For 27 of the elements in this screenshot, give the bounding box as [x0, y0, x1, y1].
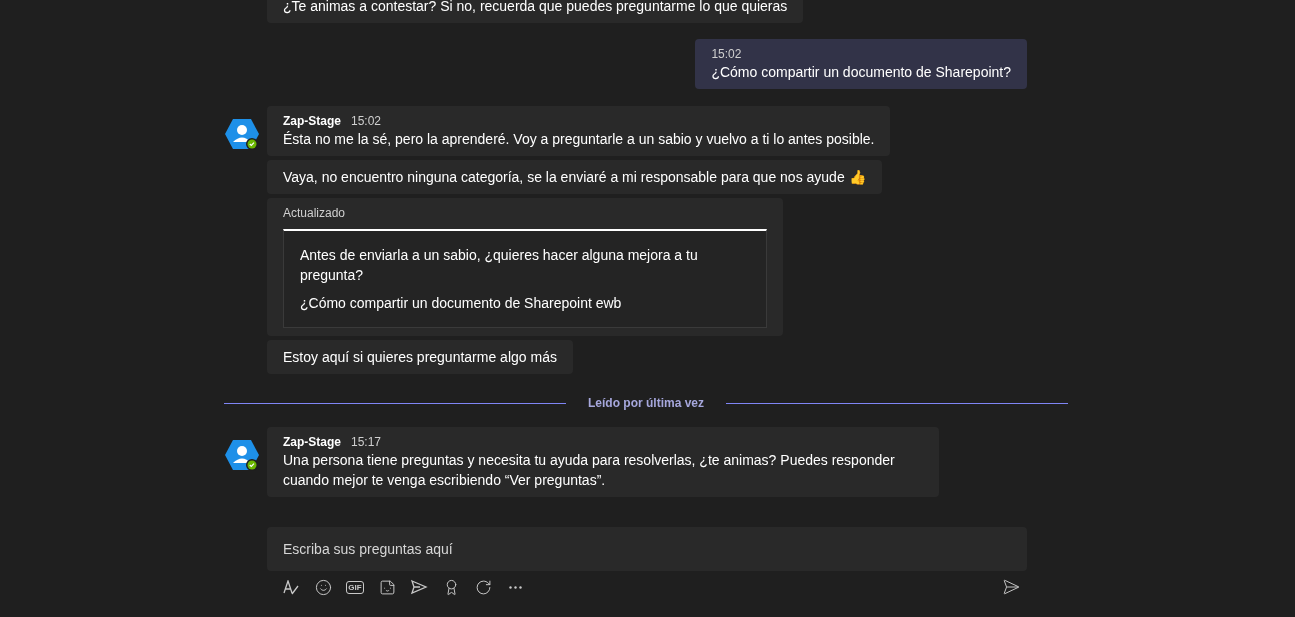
card-title: Antes de enviarla a un sabio, ¿quieres hacer alguna mejora a tu pregunta?: [300, 246, 699, 285]
message-text: Una persona tiene preguntas y necesita tu ayuda para resolverlas, ¿te animas? Puedes responder cuando mejor te venga escribiendo “Ver preguntas”.: [283, 451, 896, 490]
format-icon: [283, 579, 299, 595]
message-time: 15:17: [351, 434, 382, 450]
message-text: Ésta no me la sé, pero la aprenderé. Voy a preguntarle a un sabio y vuelvo a ti lo antes posible.: [283, 130, 875, 149]
message-time: 15:02: [351, 113, 382, 129]
send-icon: [1002, 578, 1020, 596]
message-text: ¿Te animas a contestar? Si no, recuerda que puedes preguntarme lo que quieras: [283, 0, 788, 16]
bot-avatar-icon: [224, 439, 260, 473]
author-name: Zap-Stage: [283, 434, 341, 450]
sticker-icon: [378, 578, 396, 596]
gif-button[interactable]: GIF: [339, 571, 371, 603]
emoji-icon: [314, 578, 332, 596]
send-arrow-icon: [410, 579, 428, 595]
loop-icon: [474, 578, 492, 596]
author-name: Zap-Stage: [283, 113, 341, 129]
updated-label: Actualizado: [283, 205, 347, 221]
message-text: ¿Cómo compartir un documento de Sharepoint?: [711, 63, 1011, 82]
gif-icon: GIF: [346, 580, 364, 594]
message-text: Vaya, no encuentro ninguna categoría, se la enviaré a mi responsable para que nos ayude 👍: [283, 168, 866, 187]
bot-avatar-icon: [224, 118, 260, 152]
message-time: 15:02: [711, 46, 743, 62]
last-read-divider-label: Leído por última vez: [588, 396, 704, 410]
message-input-field[interactable]: Escriba sus preguntas aquí: [267, 527, 1027, 571]
message-text: Estoy aquí si quieres preguntarme algo más: [283, 348, 557, 367]
card-text: ¿Cómo compartir un documento de Sharepoint ewb: [300, 294, 623, 313]
more-icon: [508, 585, 522, 589]
